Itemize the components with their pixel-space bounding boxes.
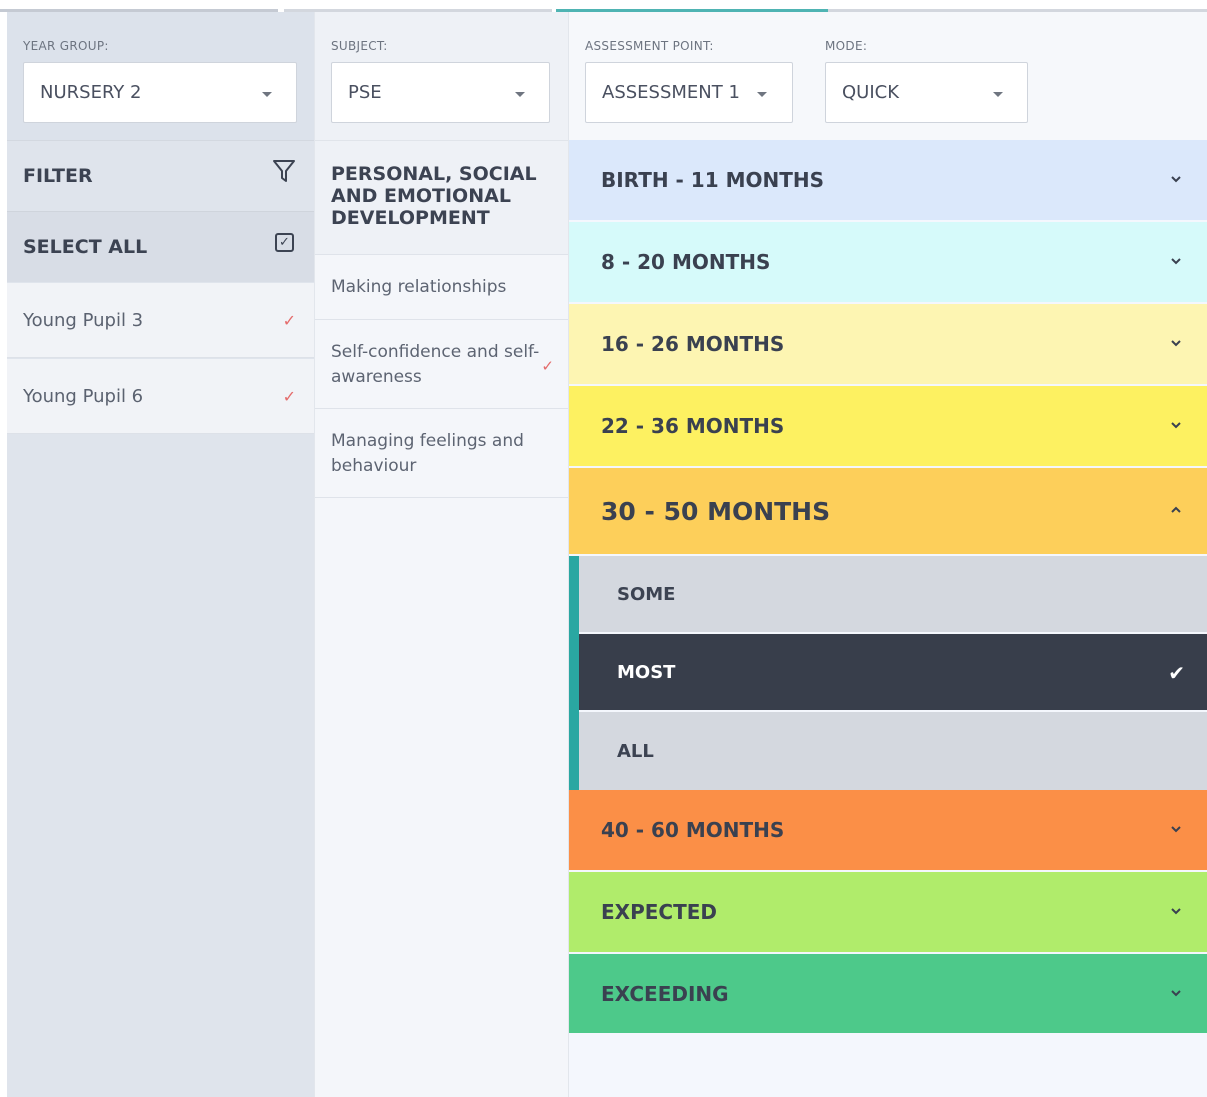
pupil-panel: YEAR GROUP: NURSERY 2 FILTER SELECT ALL …	[7, 12, 314, 1097]
check-icon: ✓	[282, 387, 296, 406]
chevron-down-icon	[262, 92, 272, 97]
strand-label: awareness	[331, 367, 422, 387]
band-label: 16 - 26 MONTHS	[601, 332, 785, 356]
chevron-down-icon	[1171, 340, 1181, 347]
select-all-label: SELECT ALL	[23, 236, 148, 258]
top-progress-strip	[0, 0, 1207, 12]
pupil-name: Young Pupil 6	[23, 385, 144, 407]
band-label: 22 - 36 MONTHS	[601, 414, 785, 438]
chevron-down-icon	[1171, 989, 1181, 996]
band-birth-11-months[interactable]: BIRTH - 11 MONTHS	[569, 140, 1207, 220]
strand-label: Making relationships	[331, 277, 507, 297]
band-label: EXPECTED	[601, 900, 717, 924]
subject-bar: SUBJECT: PSE	[315, 12, 568, 140]
assessment-point-select[interactable]: ASSESSMENT 1	[585, 62, 793, 123]
filter-label: FILTER	[23, 164, 93, 187]
option-all[interactable]: ALL	[579, 712, 1207, 790]
check-icon: ✓	[282, 311, 296, 330]
band-label: 30 - 50 MONTHS	[601, 496, 831, 526]
option-label: MOST	[617, 661, 676, 683]
band-16-26-months[interactable]: 16 - 26 MONTHS	[569, 304, 1207, 384]
expanded-accent-bar	[569, 556, 579, 790]
strand-item[interactable]: Making relationships	[315, 254, 568, 319]
band-label: 8 - 20 MONTHS	[601, 250, 771, 274]
year-group-value: NURSERY 2	[40, 82, 142, 103]
subject-panel: SUBJECT: PSE PERSONAL, SOCIAL AND EMOTIO…	[314, 12, 568, 1097]
check-icon: ✔	[1168, 661, 1185, 685]
subject-label: SUBJECT:	[331, 39, 388, 53]
check-icon: ✓	[541, 357, 554, 375]
chevron-down-icon	[1171, 422, 1181, 429]
band-label: 40 - 60 MONTHS	[601, 818, 785, 842]
band-8-20-months[interactable]: 8 - 20 MONTHS	[569, 222, 1207, 302]
chevron-down-icon	[1171, 258, 1181, 265]
band-exceeding[interactable]: EXCEEDING	[569, 954, 1207, 1033]
mode-value: QUICK	[842, 82, 900, 103]
select-all-row[interactable]: SELECT ALL ✓	[7, 211, 314, 282]
year-group-select[interactable]: NURSERY 2	[23, 62, 297, 123]
pupil-row[interactable]: Young Pupil 6 ✓	[7, 359, 314, 434]
option-label: ALL	[617, 740, 654, 762]
mode-label: MODE:	[825, 39, 868, 53]
band-expected[interactable]: EXPECTED	[569, 872, 1207, 952]
band-label: BIRTH - 11 MONTHS	[601, 168, 825, 192]
subject-select[interactable]: PSE	[331, 62, 550, 123]
option-most[interactable]: MOST ✔	[579, 634, 1207, 710]
chevron-down-icon	[993, 92, 1003, 97]
band-30-50-months[interactable]: 30 - 50 MONTHS	[569, 468, 1207, 554]
assessment-bar: ASSESSMENT POINT: ASSESSMENT 1 MODE: QUI…	[569, 12, 1207, 140]
band-40-60-months[interactable]: 40 - 60 MONTHS	[569, 790, 1207, 870]
assessment-point-value: ASSESSMENT 1	[602, 82, 740, 103]
filter-icon[interactable]	[272, 159, 296, 185]
subject-value: PSE	[348, 82, 382, 103]
chevron-down-icon	[1171, 908, 1181, 915]
strand-item[interactable]: Self-confidence and self- awareness ✓	[315, 319, 568, 408]
assessment-panel: ASSESSMENT POINT: ASSESSMENT 1 MODE: QUI…	[568, 12, 1207, 1097]
option-some[interactable]: SOME	[579, 556, 1207, 632]
chevron-up-icon	[1171, 506, 1181, 513]
pupil-row[interactable]: Young Pupil 3 ✓	[7, 283, 314, 358]
chevron-down-icon	[515, 92, 525, 97]
chevron-down-icon	[1171, 826, 1181, 833]
strand-label: behaviour	[331, 456, 417, 476]
area-heading: PERSONAL, SOCIAL AND EMOTIONAL DEVELOPME…	[315, 140, 568, 254]
chevron-down-icon	[757, 92, 767, 97]
option-label: SOME	[617, 583, 676, 605]
strand-label: Self-confidence and self-	[331, 342, 540, 362]
checkbox-checked-icon[interactable]: ✓	[275, 233, 294, 252]
pupil-name: Young Pupil 3	[23, 309, 144, 331]
assessment-point-label: ASSESSMENT POINT:	[585, 39, 714, 53]
year-group-label: YEAR GROUP:	[23, 39, 109, 53]
filter-row[interactable]: FILTER	[7, 140, 314, 210]
chevron-down-icon	[1171, 176, 1181, 183]
band-label: EXCEEDING	[601, 981, 729, 1006]
strand-item[interactable]: Managing feelings and behaviour	[315, 408, 568, 498]
mode-select[interactable]: QUICK	[825, 62, 1028, 123]
year-group-bar: YEAR GROUP: NURSERY 2	[7, 12, 314, 140]
band-22-36-months[interactable]: 22 - 36 MONTHS	[569, 386, 1207, 466]
strand-label: Managing feelings and	[331, 431, 524, 451]
